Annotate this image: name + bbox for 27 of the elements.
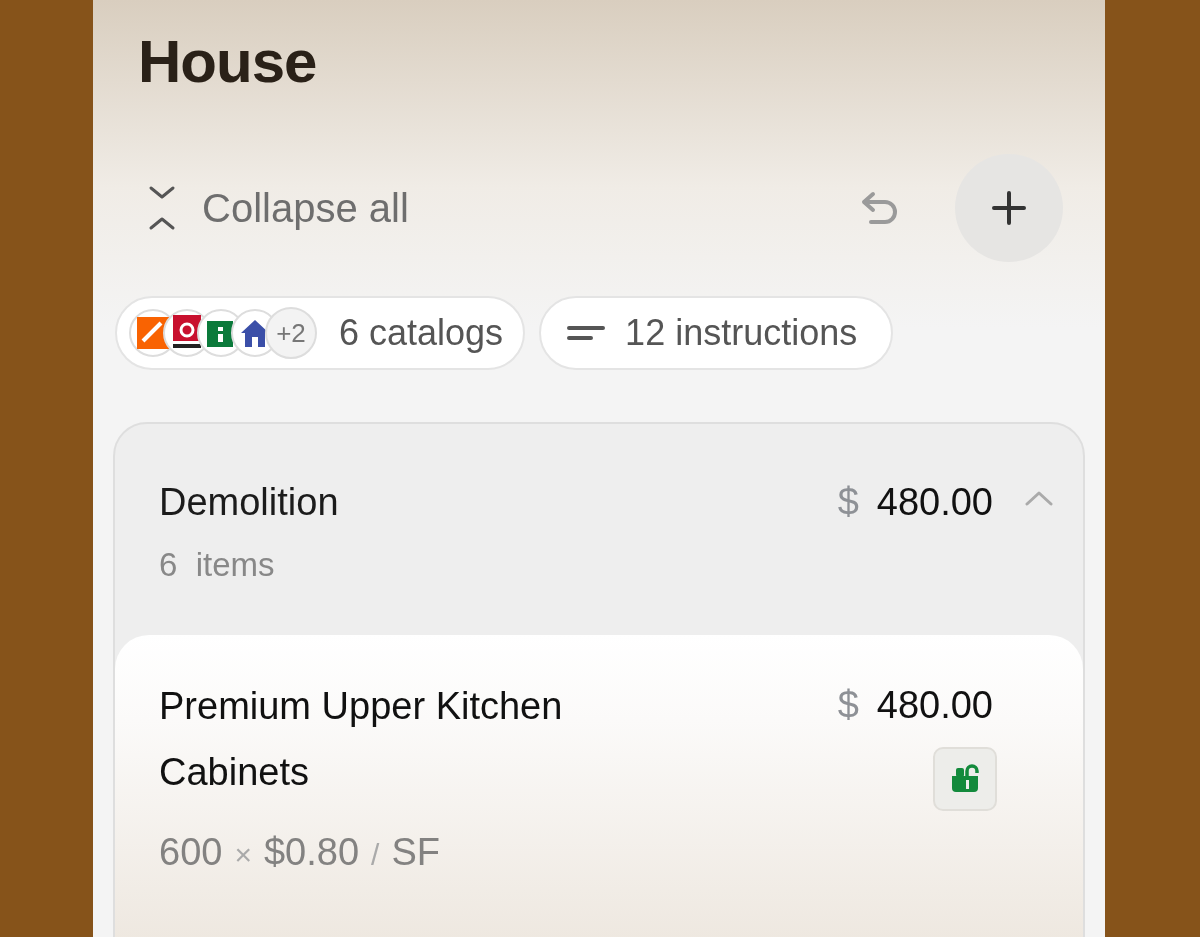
toggle-button[interactable]: [1025, 490, 1053, 506]
instructions-chip[interactable]: 12 instructions: [539, 296, 894, 370]
currency-sign: $: [837, 683, 859, 727]
catalogs-label: 6 catalogs: [339, 312, 504, 354]
plus-icon: [992, 191, 1026, 225]
catalogs-chip[interactable]: +2 6 catalogs: [115, 296, 526, 370]
currency-sign: $: [837, 480, 859, 524]
lock-button[interactable]: [933, 747, 997, 811]
section-title: Demolition: [159, 480, 340, 524]
item-total: 480.00: [876, 683, 993, 727]
quantity: 600: [159, 831, 223, 874]
collapse-all-button[interactable]: Collapse all: [148, 185, 409, 231]
undo-button[interactable]: [861, 191, 899, 225]
more-count: +2: [265, 307, 317, 359]
lock-icon: [950, 764, 980, 794]
section-total: 480.00: [876, 480, 993, 524]
undo-icon: [861, 191, 899, 225]
item-count: 6 items: [159, 546, 276, 584]
item-name: Premium Upper Kitchen Cabinets: [159, 684, 564, 795]
unit-price: $0.80: [263, 831, 360, 874]
slash-sign: /: [371, 838, 380, 872]
chevron-up-icon: [1025, 490, 1053, 506]
unit: SF: [391, 831, 440, 874]
page-title: House: [137, 27, 318, 97]
times-sign: ×: [234, 838, 252, 872]
collapse-icon: [148, 185, 176, 231]
lines-icon: [567, 325, 606, 341]
